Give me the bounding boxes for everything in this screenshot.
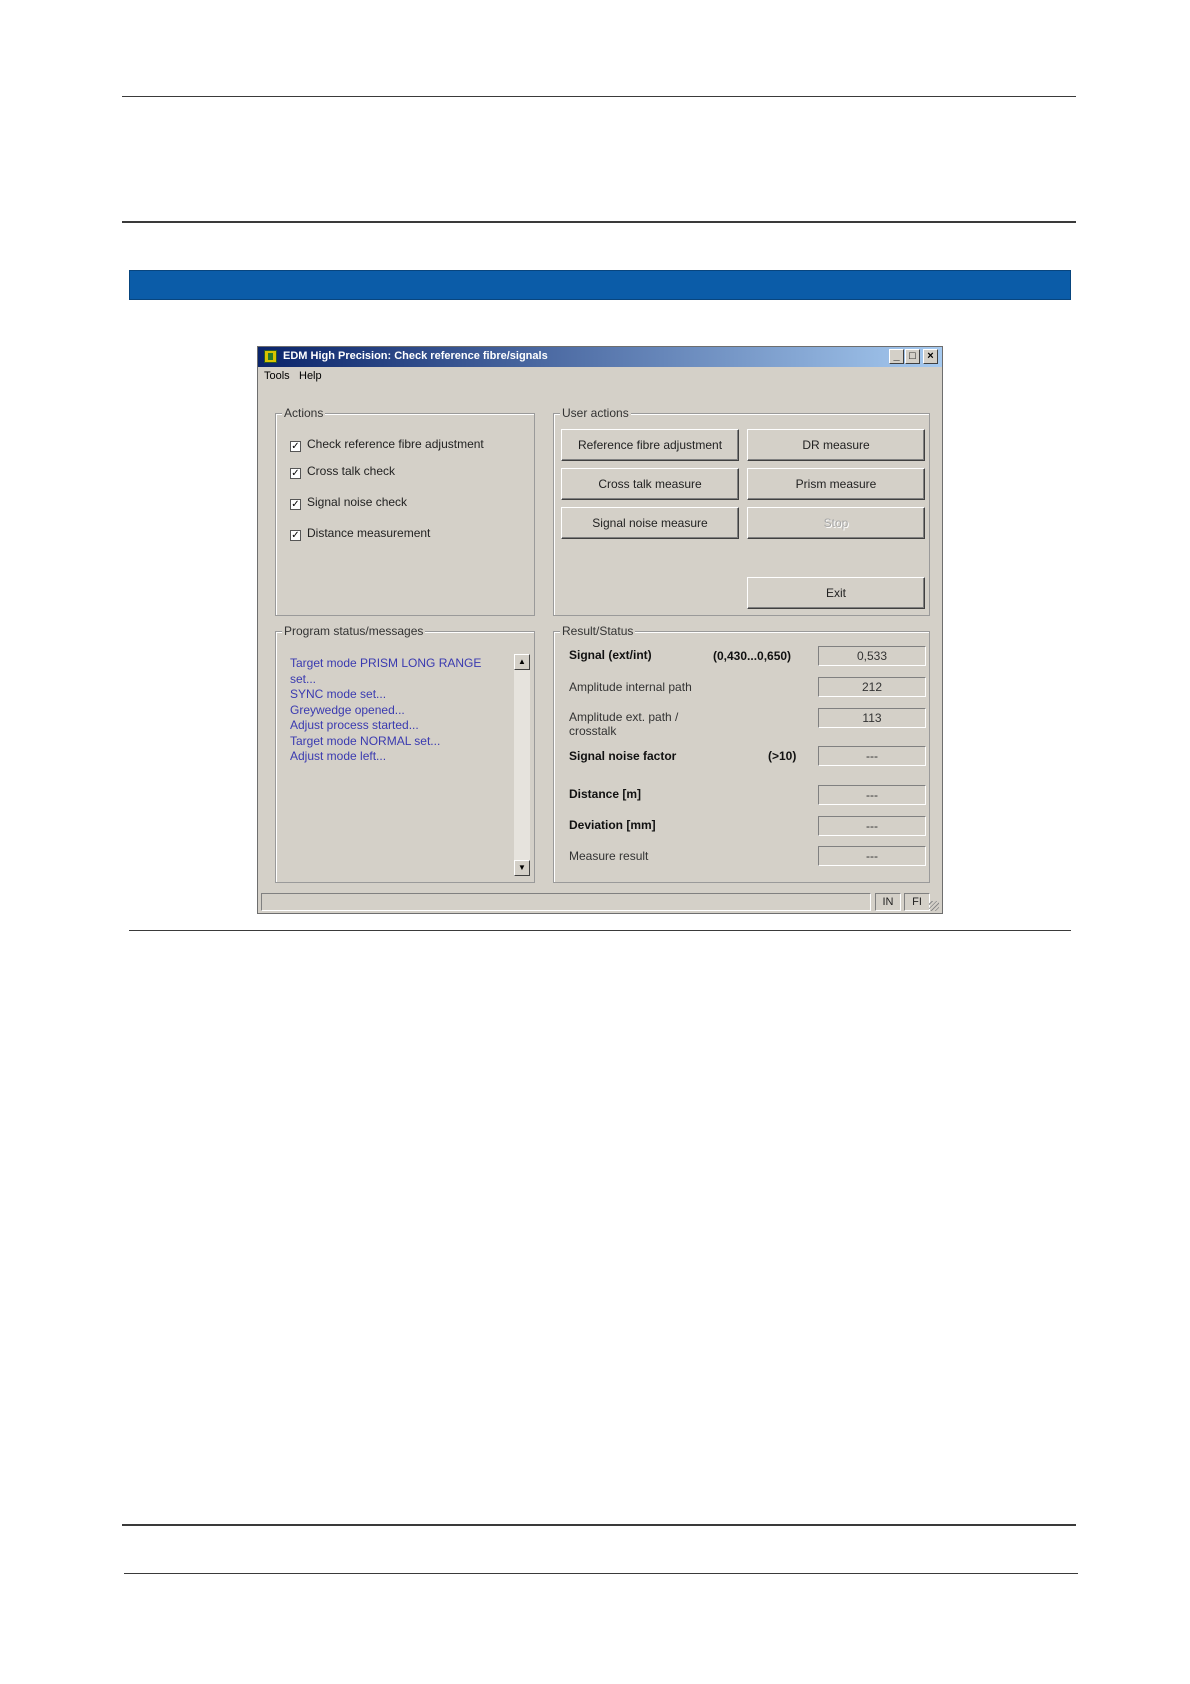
status-bar-main-pane bbox=[261, 893, 871, 911]
signal-noise-label: Signal noise factor bbox=[569, 749, 677, 763]
actions-group-label: Actions bbox=[282, 406, 326, 420]
resize-grip-icon[interactable] bbox=[929, 901, 939, 911]
user-actions-group-label: User actions bbox=[560, 406, 631, 420]
figure-rule bbox=[129, 930, 1071, 931]
checkbox-label: Cross talk check bbox=[307, 464, 396, 478]
close-button[interactable]: × bbox=[923, 349, 938, 364]
amplitude-ext-label: Amplitude ext. path / crosstalk bbox=[569, 710, 679, 738]
status-pane-fi: FI bbox=[904, 893, 930, 911]
dr-measure-button[interactable]: DR measure bbox=[747, 429, 925, 461]
distance-label: Distance [m] bbox=[569, 787, 642, 801]
result-status-group: Result/Status Signal (ext/int) (0,430...… bbox=[553, 624, 930, 883]
checkbox-label: Distance measurement bbox=[307, 526, 431, 540]
checkbox-check-icon: ✓ bbox=[290, 499, 301, 510]
footer-rule-top bbox=[122, 1524, 1076, 1526]
status-pane-in: IN bbox=[875, 893, 901, 911]
actions-group: Actions ✓ Check reference fibre adjustmen… bbox=[275, 406, 535, 616]
app-icon bbox=[264, 350, 277, 363]
checkbox-check-icon: ✓ bbox=[290, 441, 301, 452]
status-message: Adjust mode left... bbox=[290, 749, 387, 763]
signal-noise-value-field: --- bbox=[818, 746, 926, 766]
amplitude-internal-value-field: 212 bbox=[818, 677, 926, 697]
user-actions-group: User actions Reference fibre adjustment … bbox=[553, 406, 930, 616]
scroll-down-icon[interactable]: ▼ bbox=[514, 860, 530, 876]
section-header-bar bbox=[129, 270, 1071, 300]
checkbox-check-icon: ✓ bbox=[290, 468, 301, 479]
signal-label: Signal (ext/int) bbox=[569, 648, 652, 662]
measure-result-label: Measure result bbox=[569, 849, 649, 863]
deviation-label: Deviation [mm] bbox=[569, 818, 656, 832]
minimize-button[interactable]: _ bbox=[889, 349, 904, 364]
signal-value-field: 0,533 bbox=[818, 646, 926, 666]
signal-noise-measure-button[interactable]: Signal noise measure bbox=[561, 507, 739, 539]
checkbox-check-icon: ✓ bbox=[290, 530, 301, 541]
menu-help[interactable]: Help bbox=[299, 370, 322, 382]
result-status-group-label: Result/Status bbox=[560, 624, 636, 638]
status-bar: IN FI bbox=[259, 891, 941, 913]
check-reference-fibre-checkbox[interactable]: ✓ Check reference fibre adjustment bbox=[290, 437, 484, 453]
app-window: EDM High Precision: Check reference fibr… bbox=[257, 346, 943, 914]
prism-measure-button[interactable]: Prism measure bbox=[747, 468, 925, 500]
measure-result-value-field: --- bbox=[818, 846, 926, 866]
scroll-up-icon[interactable]: ▲ bbox=[514, 654, 530, 670]
program-status-group-label: Program status/messages bbox=[282, 624, 426, 638]
status-message: SYNC mode set... bbox=[290, 687, 387, 701]
title-bar[interactable]: EDM High Precision: Check reference fibr… bbox=[258, 347, 942, 367]
messages-scrollbar[interactable]: ▲ ▼ bbox=[514, 654, 530, 876]
status-message: Adjust process started... bbox=[290, 718, 419, 732]
signal-noise-check-checkbox[interactable]: ✓ Signal noise check bbox=[290, 495, 407, 511]
cross-talk-check-checkbox[interactable]: ✓ Cross talk check bbox=[290, 464, 395, 480]
header-rule-bottom bbox=[122, 221, 1076, 223]
exit-button[interactable]: Exit bbox=[747, 577, 925, 609]
checkbox-label: Signal noise check bbox=[307, 495, 408, 509]
footer-rule-bottom bbox=[124, 1573, 1078, 1574]
status-message-list: Target mode PRISM LONG RANGE set... SYNC… bbox=[290, 656, 502, 765]
menu-bar: Tools Help bbox=[258, 368, 942, 386]
maximize-button[interactable]: □ bbox=[905, 349, 920, 364]
program-status-group: Program status/messages Target mode PRIS… bbox=[275, 624, 535, 883]
header-rule-top bbox=[122, 96, 1076, 97]
distance-value-field: --- bbox=[818, 785, 926, 805]
signal-noise-range: (>10) bbox=[768, 749, 797, 763]
checkbox-label: Check reference fibre adjustment bbox=[307, 437, 484, 451]
window-title: EDM High Precision: Check reference fibr… bbox=[283, 350, 548, 362]
amplitude-ext-value-field: 113 bbox=[818, 708, 926, 728]
menu-tools[interactable]: Tools bbox=[264, 370, 290, 382]
distance-measurement-checkbox[interactable]: ✓ Distance measurement bbox=[290, 526, 430, 542]
amplitude-internal-label: Amplitude internal path bbox=[569, 680, 692, 694]
cross-talk-measure-button[interactable]: Cross talk measure bbox=[561, 468, 739, 500]
signal-range: (0,430...0,650) bbox=[713, 649, 792, 663]
stop-button[interactable]: Stop bbox=[747, 507, 925, 539]
reference-fibre-adjustment-button[interactable]: Reference fibre adjustment bbox=[561, 429, 739, 461]
status-message: Target mode NORMAL set... bbox=[290, 733, 441, 748]
status-message: Greywedge opened... bbox=[290, 702, 405, 717]
deviation-value-field: --- bbox=[818, 816, 926, 836]
status-message: Target mode PRISM LONG RANGE set... bbox=[290, 656, 482, 686]
